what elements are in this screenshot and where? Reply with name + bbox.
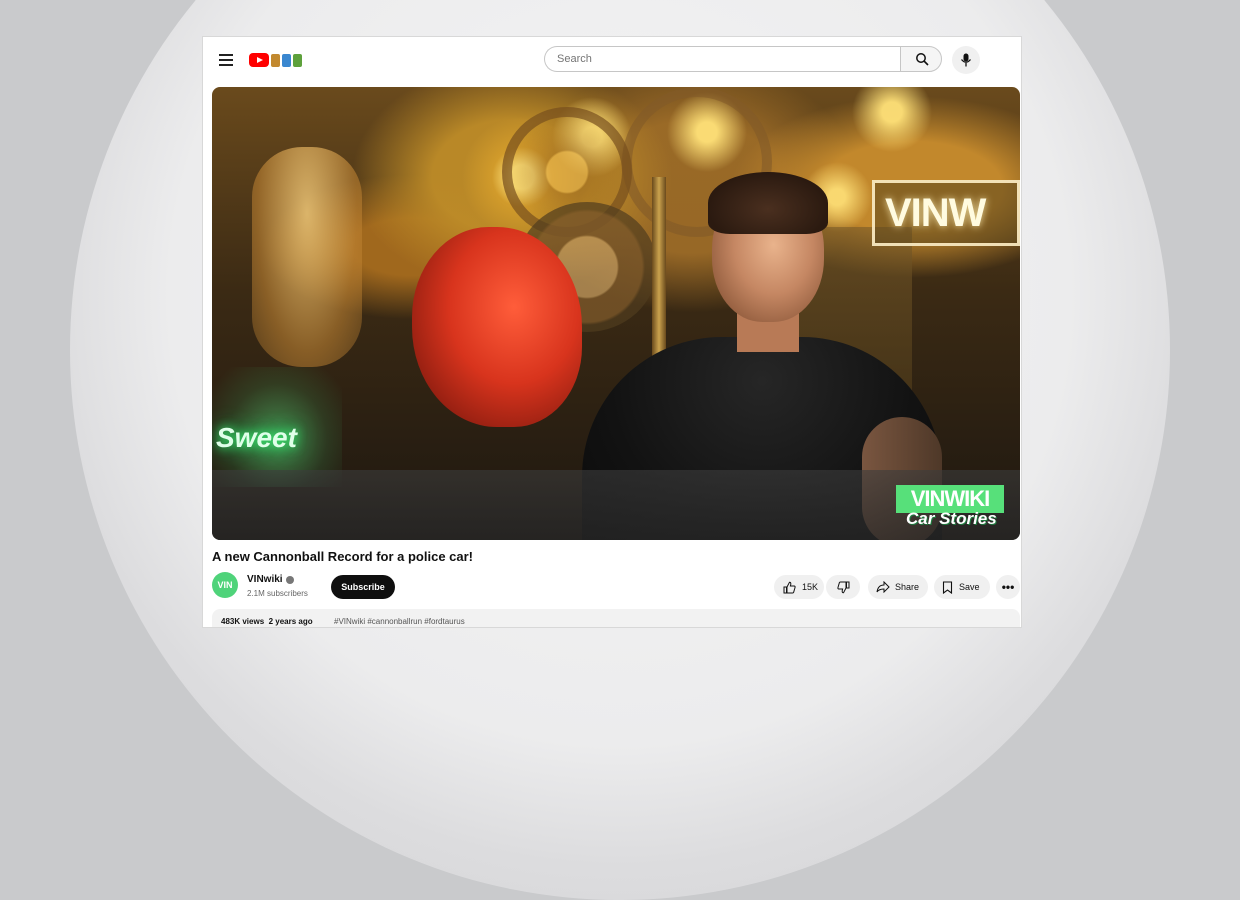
share-icon: [876, 581, 890, 593]
like-count: 15K: [802, 582, 819, 592]
save-button[interactable]: Save: [934, 575, 990, 599]
doodle-icon: [293, 53, 302, 67]
person-hair: [708, 172, 828, 234]
vinwiki-neon-sign: VINW: [872, 180, 1020, 246]
share-button[interactable]: Share: [868, 575, 928, 599]
menu-icon[interactable]: [219, 54, 233, 66]
voice-search-button[interactable]: [952, 46, 980, 74]
description-box[interactable]: 483K views 2 years ago #VINwiki #cannonb…: [212, 609, 1020, 627]
search-icon: [916, 53, 929, 66]
verified-icon: [286, 576, 294, 584]
search-input[interactable]: [544, 46, 900, 72]
view-count: 483K views 2 years ago: [221, 617, 313, 626]
doodle-icon: [271, 53, 280, 67]
like-button[interactable]: 15K: [774, 575, 824, 599]
bookmark-icon: [942, 580, 953, 594]
thumbs-down-icon: [836, 581, 849, 593]
dislike-button[interactable]: [826, 575, 860, 599]
channel-avatar[interactable]: VIN: [212, 572, 238, 598]
top-bar: [203, 37, 1021, 83]
red-gas-tank: [412, 227, 582, 427]
microphone-icon: [960, 53, 972, 67]
subscriber-count: 2.1M subscribers: [247, 589, 308, 598]
brand-logo-car-stories: Car Stories: [906, 509, 997, 528]
channel-name[interactable]: VINwiki: [247, 574, 283, 585]
save-label: Save: [959, 582, 980, 592]
youtube-play-icon: [249, 53, 269, 67]
upload-age: 2 years ago: [268, 617, 313, 626]
thumbs-up-icon: [783, 581, 796, 593]
hashtags[interactable]: #VINwiki #cannonballrun #fordtaurus: [334, 617, 465, 626]
doodle-icon: [282, 53, 291, 67]
subscribe-button[interactable]: Subscribe: [331, 575, 395, 599]
video-title: A new Cannonball Record for a police car…: [212, 549, 474, 564]
more-actions-button[interactable]: •••: [996, 575, 1020, 599]
neon-sign-text: Sweet: [216, 422, 297, 453]
mascot-figure: [252, 147, 362, 367]
youtube-window: VINW Sweet VINWIKI Car Stories A new Can…: [203, 37, 1021, 627]
share-label: Share: [895, 582, 920, 592]
search-button[interactable]: [900, 46, 942, 72]
video-player[interactable]: VINW Sweet VINWIKI Car Stories: [212, 87, 1020, 540]
youtube-logo[interactable]: [249, 52, 302, 68]
